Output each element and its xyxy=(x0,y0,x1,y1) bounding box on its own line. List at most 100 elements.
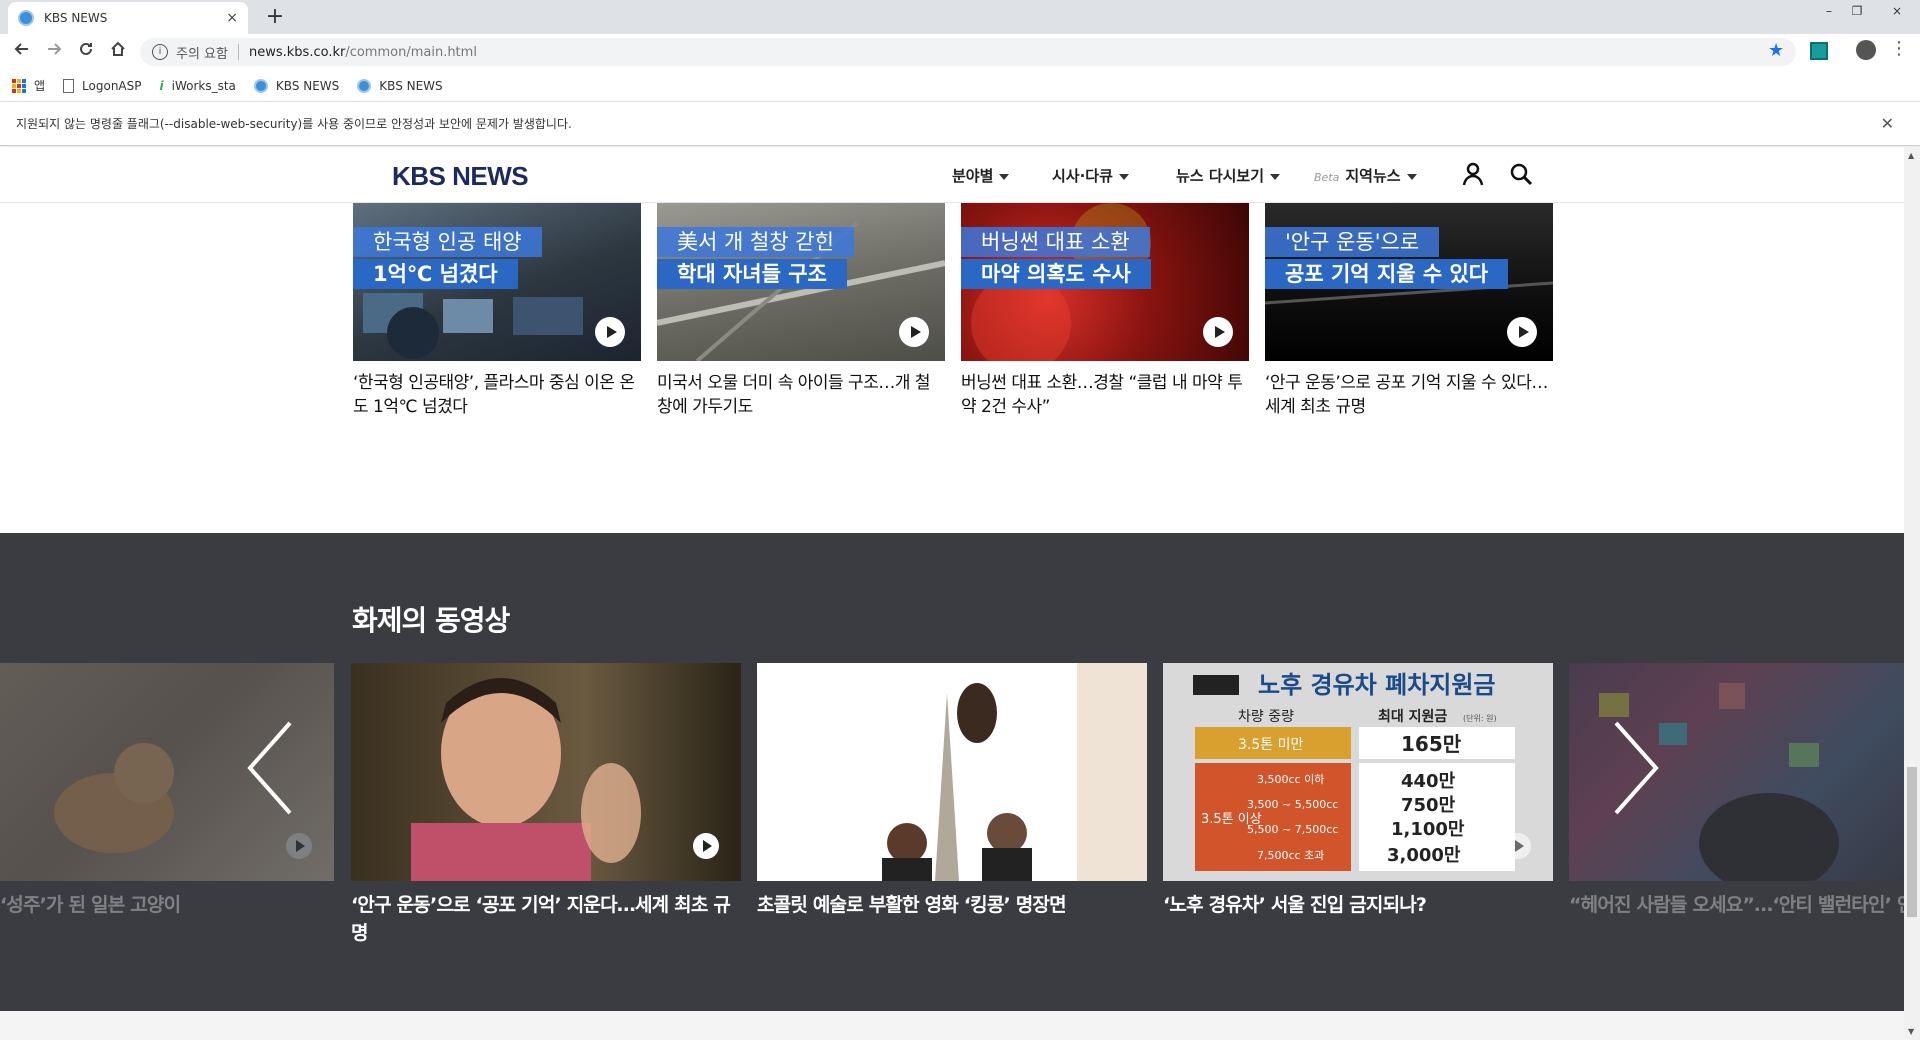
info-icon[interactable]: i xyxy=(152,44,168,60)
omnibox-divider xyxy=(237,44,239,60)
video-card[interactable]: 초콜릿 예술로 부활한 영화 ‘킹콩’ 명장면 xyxy=(757,663,1147,919)
menu-kebab-icon[interactable]: ⋮ xyxy=(1890,38,1908,59)
browser-window: KBS NEWS × + – ❐ × i 주의 요함 news.kbs.co.k… xyxy=(0,0,1920,1040)
video-title[interactable]: ‘노후 경유차’ 서울 진입 금지되나? xyxy=(1163,891,1553,919)
news-thumbnail[interactable]: '안구 운동'으로 공포 기억 지울 수 있다 xyxy=(1265,203,1553,361)
infographic-amount: 440만 xyxy=(1401,771,1456,792)
url-path: /common/main.html xyxy=(345,44,477,60)
news-card[interactable]: 한국형 인공 태양 1억℃ 넘겼다 ‘한국형 인공태양’, 플라스마 중심 이온… xyxy=(353,203,641,419)
window-close-button[interactable]: × xyxy=(1874,0,1920,30)
thumbnail-caption-line1: 美서 개 철창 갇힌 xyxy=(657,227,854,257)
page-scrollbar[interactable]: ▲ ▼ xyxy=(1904,147,1920,1040)
scrollbar-thumb[interactable] xyxy=(1907,767,1917,917)
infographic-unit: (단위: 원) xyxy=(1463,713,1497,723)
play-icon[interactable] xyxy=(899,317,929,347)
apps-icon xyxy=(12,78,26,93)
menu-label: 분야별 xyxy=(952,167,994,185)
thumbnail-caption-line1: 한국형 인공 태양 xyxy=(353,227,542,257)
play-icon[interactable] xyxy=(1203,317,1233,347)
news-thumbnail[interactable]: 한국형 인공 태양 1억℃ 넘겼다 xyxy=(353,203,641,361)
infographic-weight: 7,500cc 초과 xyxy=(1257,849,1324,862)
bookmark-logonasp[interactable]: LogonASP xyxy=(63,78,142,93)
play-icon[interactable] xyxy=(595,317,625,347)
menu-regional-news[interactable]: Beta 지역뉴스 xyxy=(1314,165,1417,186)
bookmark-star-icon[interactable]: ★ xyxy=(1768,40,1784,61)
thumbnail-caption-line1: 버닝썬 대표 소환 xyxy=(961,227,1150,257)
infographic-amount: 1,100만 xyxy=(1391,819,1465,840)
video-title[interactable]: 이에서 ‘성주’가 된 일본 고양이 xyxy=(0,891,334,919)
news-title[interactable]: 버닝썬 대표 소환…경찰 “클럽 내 마약 투약 2건 수사” xyxy=(961,371,1249,419)
next-section-edge xyxy=(0,1011,1904,1040)
bookmark-kbs-news-1[interactable]: KBS NEWS xyxy=(253,78,340,93)
kbs-icon xyxy=(253,78,268,93)
play-icon[interactable] xyxy=(286,833,312,859)
news-title[interactable]: 미국서 오물 더미 속 아이들 구조…개 철창에 가두기도 xyxy=(657,371,945,419)
video-title[interactable]: ‘안구 운동’으로 ‘공포 기억’ 지운다…세계 최초 규명 xyxy=(351,891,741,947)
kbs-favicon-icon xyxy=(18,10,34,26)
news-thumbnail[interactable]: 美서 개 철창 갇힌 학대 자녀들 구조 xyxy=(657,203,945,361)
caret-down-icon xyxy=(999,173,1010,180)
infographic-weight: 3.5톤 미만 xyxy=(1238,737,1303,753)
bookmark-iworks[interactable]: i iWorks_sta xyxy=(160,79,236,93)
video-thumbnail[interactable] xyxy=(351,663,741,881)
infographic-weight: 5,500 ~ 7,500cc xyxy=(1247,823,1338,836)
bookmark-apps[interactable]: 앱 xyxy=(12,77,45,94)
forward-arrow-icon[interactable] xyxy=(42,40,66,64)
search-icon[interactable] xyxy=(1508,161,1534,187)
browser-tab[interactable]: KBS NEWS × xyxy=(8,2,248,34)
site-header: KBS NEWS 분야별 시사·다큐 뉴스 다시보기 Beta 지역뉴스 xyxy=(0,147,1904,203)
news-title[interactable]: ‘안구 운동’으로 공포 기억 지울 수 있다…세계 최초 규명 xyxy=(1265,371,1553,419)
bookmark-kbs-news-2[interactable]: KBS NEWS xyxy=(357,78,443,93)
video-title[interactable]: 초콜릿 예술로 부활한 영화 ‘킹콩’ 명장면 xyxy=(757,891,1147,919)
tab-close-icon[interactable]: × xyxy=(226,10,238,26)
bookmark-label: 앱 xyxy=(34,79,46,93)
scroll-up-arrow-icon[interactable]: ▲ xyxy=(1908,151,1914,160)
bookmark-label: KBS NEWS xyxy=(379,78,443,93)
video-thumbnail[interactable]: 노후 경유차 폐차지원금 차량 중량 최대 지원금 (단위: 원) 3.5톤 미… xyxy=(1163,663,1553,881)
carousel-next-arrow-icon[interactable] xyxy=(1606,713,1666,823)
infographic-col1: 차량 중량 xyxy=(1238,709,1294,725)
menu-news-replay[interactable]: 뉴스 다시보기 xyxy=(1176,165,1281,186)
infographic-col2: 최대 지원금 xyxy=(1378,709,1447,725)
play-icon[interactable] xyxy=(1507,317,1537,347)
kbs-news-logo[interactable]: KBS NEWS xyxy=(392,161,529,192)
infographic-weight: 3,500 ~ 5,500cc xyxy=(1247,798,1338,811)
bookmark-label: KBS NEWS xyxy=(275,78,340,93)
video-card[interactable]: 노후 경유차 폐차지원금 차량 중량 최대 지원금 (단위: 원) 3.5톤 미… xyxy=(1163,663,1553,919)
video-card[interactable]: ‘안구 운동’으로 ‘공포 기억’ 지운다…세계 최초 규명 xyxy=(351,663,741,947)
play-icon[interactable] xyxy=(693,833,719,859)
reload-icon[interactable] xyxy=(74,40,98,64)
infobar-text: 지원되지 않는 명령줄 플래그(--disable-web-security)를… xyxy=(16,117,572,131)
section-heading: 화제의 동영상 xyxy=(352,604,510,637)
infobar-close-icon[interactable]: ✕ xyxy=(1881,114,1894,133)
profile-avatar-icon[interactable] xyxy=(1856,40,1876,60)
menu-by-section[interactable]: 분야별 xyxy=(952,165,1010,186)
beta-badge: Beta xyxy=(1314,171,1340,184)
video-title[interactable]: “헤어진 사람들 오세요”…‘안티 밸런타인’ 인기 xyxy=(1569,891,1904,919)
home-icon[interactable] xyxy=(106,40,130,64)
user-icon[interactable] xyxy=(1460,161,1486,187)
video-thumbnail[interactable] xyxy=(757,663,1147,881)
extension-icon[interactable] xyxy=(1810,42,1828,60)
address-bar[interactable]: i 주의 요함 news.kbs.co.kr /common/main.html xyxy=(140,38,1796,66)
bookmark-label: LogonASP xyxy=(82,78,142,93)
iworks-icon: i xyxy=(159,78,164,93)
infographic-amount: 165만 xyxy=(1401,732,1462,756)
news-card[interactable]: 美서 개 철창 갇힌 학대 자녀들 구조 미국서 오물 더미 속 아이들 구조…… xyxy=(657,203,945,419)
tab-strip: KBS NEWS × + – ❐ × xyxy=(0,0,1920,34)
infographic-amount: 3,000만 xyxy=(1387,845,1461,866)
caret-down-icon xyxy=(1118,173,1129,180)
back-arrow-icon[interactable] xyxy=(10,40,34,64)
news-card[interactable]: 버닝썬 대표 소환 마약 의혹도 수사 버닝썬 대표 소환…경찰 “클럽 내 마… xyxy=(961,203,1249,419)
carousel-prev-arrow-icon[interactable] xyxy=(240,713,300,823)
url-host: news.kbs.co.kr xyxy=(248,44,346,60)
scroll-down-arrow-icon[interactable]: ▼ xyxy=(1908,1027,1914,1036)
bookmark-label: iWorks_sta xyxy=(171,78,236,93)
kbs-icon xyxy=(357,78,372,93)
news-card[interactable]: '안구 운동'으로 공포 기억 지울 수 있다 ‘안구 운동’으로 공포 기억 … xyxy=(1265,203,1553,419)
news-title[interactable]: ‘한국형 인공태양’, 플라스마 중심 이온 온도 1억℃ 넘겼다 xyxy=(353,371,641,419)
news-thumbnail[interactable]: 버닝썬 대표 소환 마약 의혹도 수사 xyxy=(961,203,1249,361)
menu-current-affairs[interactable]: 시사·다큐 xyxy=(1052,165,1129,186)
new-tab-button[interactable]: + xyxy=(262,4,288,30)
play-icon[interactable] xyxy=(1505,833,1531,859)
